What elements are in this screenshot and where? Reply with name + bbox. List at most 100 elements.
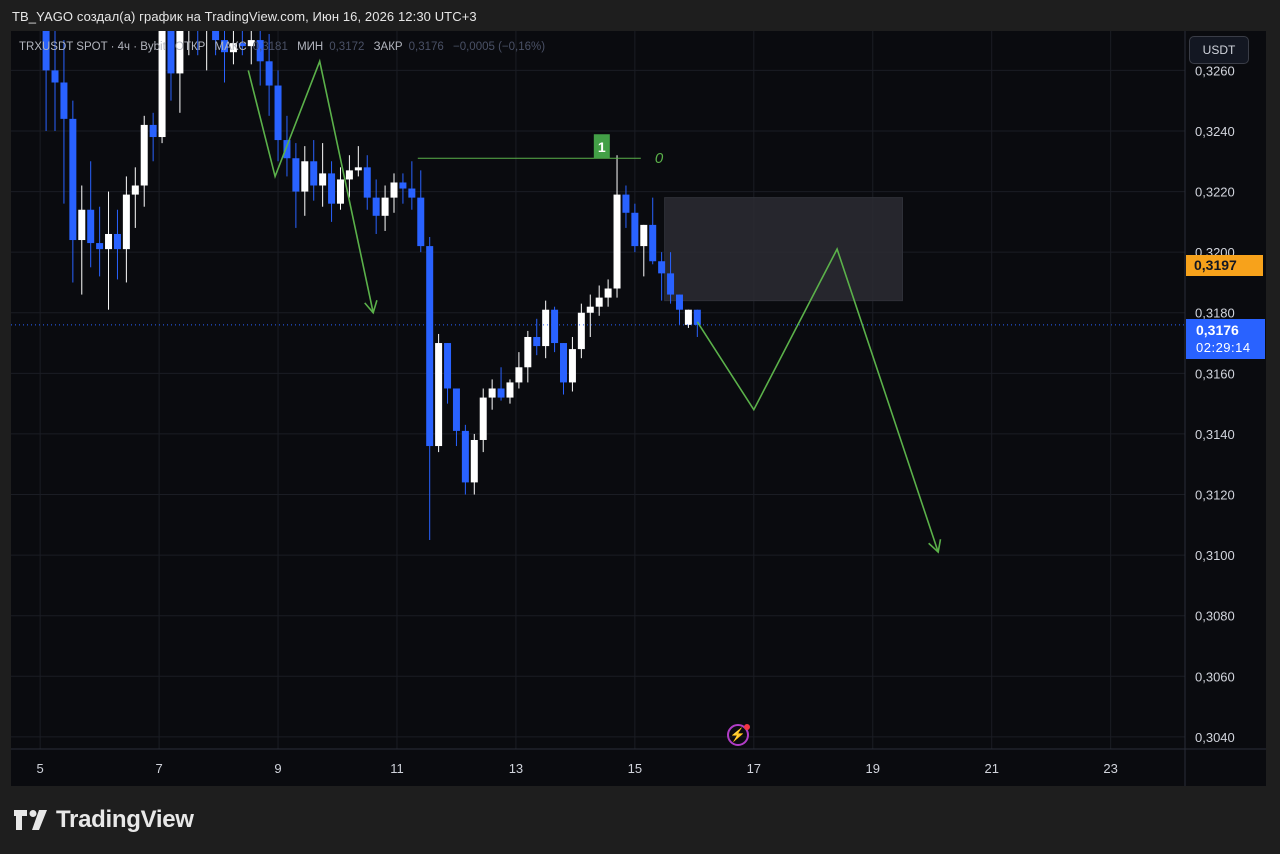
- candle-body: [131, 185, 139, 195]
- x-tick-label: 11: [390, 761, 404, 776]
- candle-body: [319, 173, 327, 186]
- x-tick-label: 17: [747, 761, 761, 776]
- candle-body: [658, 261, 666, 274]
- projection-arrow-1: [247, 58, 374, 313]
- chart-area[interactable]: 0,3260 0,3240 0,3220 0,3200 0,3180 0,3160 0,31…: [11, 31, 1266, 786]
- candle-body: [60, 82, 68, 119]
- candle-body: [417, 197, 425, 247]
- legend-close-label: ЗАКР: [373, 41, 403, 53]
- legend-high-value: 0,3181: [252, 41, 288, 53]
- candle-body: [640, 224, 648, 247]
- brand-name: TradingView: [56, 806, 194, 833]
- x-tick-label: 13: [509, 761, 523, 776]
- candle-body: [613, 194, 621, 289]
- candle-body: [622, 194, 630, 213]
- chart-caption: TB_YAGO создал(а) график на TradingView.…: [12, 9, 477, 24]
- candle-body: [390, 182, 398, 198]
- candle-body: [604, 288, 612, 298]
- candle-body: [684, 309, 692, 325]
- candle-body: [363, 167, 371, 198]
- x-tick-label: 23: [1103, 761, 1117, 776]
- candle-body: [149, 124, 157, 138]
- candle-body: [435, 343, 443, 447]
- candle-body: [113, 233, 121, 250]
- bar-countdown: 02:29:14: [1196, 340, 1251, 355]
- legend-open-label: ОТКР: [175, 41, 206, 53]
- candle-body: [533, 336, 541, 347]
- candle-body: [372, 197, 380, 216]
- candle-body: [595, 297, 603, 307]
- candle-body: [479, 397, 487, 440]
- candle-body: [51, 70, 59, 83]
- candle-body: [399, 182, 407, 189]
- candle-body: [122, 194, 130, 250]
- candle-body: [283, 140, 291, 159]
- chart-svg[interactable]: 0,32600,32400,32200,32000,31800,31600,31…: [11, 31, 1266, 786]
- candle-body: [310, 161, 318, 186]
- legend-low-label: МИН: [297, 41, 324, 53]
- candle-body: [542, 309, 550, 347]
- candle-body: [336, 179, 344, 204]
- candle-body: [105, 233, 113, 250]
- y-tick-label: 0,3220: [1195, 185, 1235, 200]
- candle-body: [140, 124, 148, 186]
- candle-body: [586, 306, 594, 313]
- y-tick-label: 0,3080: [1195, 609, 1235, 624]
- candle-body: [354, 167, 362, 171]
- candle-body: [488, 388, 496, 398]
- legend-high-label: МАКС: [214, 41, 247, 53]
- candle-body: [87, 209, 95, 244]
- y-tick-label: 0,3060: [1195, 669, 1235, 684]
- last-price-badge: 0,3176 02:29:14: [1186, 319, 1265, 359]
- currency-button[interactable]: USDT: [1189, 36, 1249, 64]
- candle-body: [560, 343, 568, 383]
- y-tick-label: 0,3120: [1195, 488, 1235, 503]
- legend-close-value: 0,3176: [408, 41, 444, 53]
- tradingview-logo[interactable]: TradingView: [14, 806, 194, 834]
- candle-body: [649, 224, 657, 262]
- candle-body: [470, 439, 478, 483]
- candle-body: [345, 170, 353, 180]
- candle-body: [292, 158, 300, 192]
- price-badge-orange: 0,3197: [1186, 255, 1263, 276]
- candle-body: [328, 173, 336, 204]
- candle-body: [69, 118, 77, 241]
- y-tick-label: 0,3100: [1195, 548, 1235, 563]
- candle-body: [408, 188, 416, 198]
- candle-body: [551, 309, 559, 344]
- y-tick-label: 0,3160: [1195, 366, 1235, 381]
- x-tick-label: 21: [984, 761, 998, 776]
- candle-body: [631, 212, 639, 247]
- candle-body: [265, 61, 273, 86]
- level-text: 0: [655, 150, 664, 167]
- tradingview-logo-icon: [14, 810, 47, 830]
- x-tick-label: 5: [37, 761, 44, 776]
- candle-body: [212, 31, 220, 41]
- candle-body: [444, 343, 452, 389]
- candle-body: [524, 336, 532, 368]
- notification-dot: [744, 724, 750, 730]
- x-tick-label: 9: [274, 761, 281, 776]
- x-tick-label: 7: [155, 761, 162, 776]
- legend-change: −0,0005 (−0,16%): [453, 41, 546, 53]
- legend-symbol[interactable]: TRXUSDT SPOT · 4ч · Bybit: [19, 41, 166, 53]
- candle-body: [452, 388, 460, 431]
- candle-body: [78, 209, 86, 241]
- legend-low-value: 0,3172: [329, 41, 365, 53]
- candle-body: [667, 273, 675, 295]
- y-tick-label: 0,3240: [1195, 124, 1235, 139]
- candle-body: [96, 243, 104, 250]
- candle-body: [568, 349, 576, 383]
- y-tick-label: 0,3140: [1195, 427, 1235, 442]
- y-tick-label: 0,3260: [1195, 63, 1235, 78]
- level-label-text: 1: [598, 139, 606, 155]
- candle-body: [506, 382, 514, 398]
- candle-body: [381, 197, 389, 216]
- y-tick-label: 0,3040: [1195, 730, 1235, 745]
- zone-rectangle: [664, 197, 904, 302]
- candle-body: [426, 246, 434, 447]
- chart-legend: TRXUSDT SPOT · 4ч · Bybit ОТКР МАКС 0,318…: [19, 41, 551, 53]
- candle-body: [515, 367, 523, 383]
- candle-body: [497, 388, 505, 398]
- last-price: 0,3176: [1196, 322, 1239, 338]
